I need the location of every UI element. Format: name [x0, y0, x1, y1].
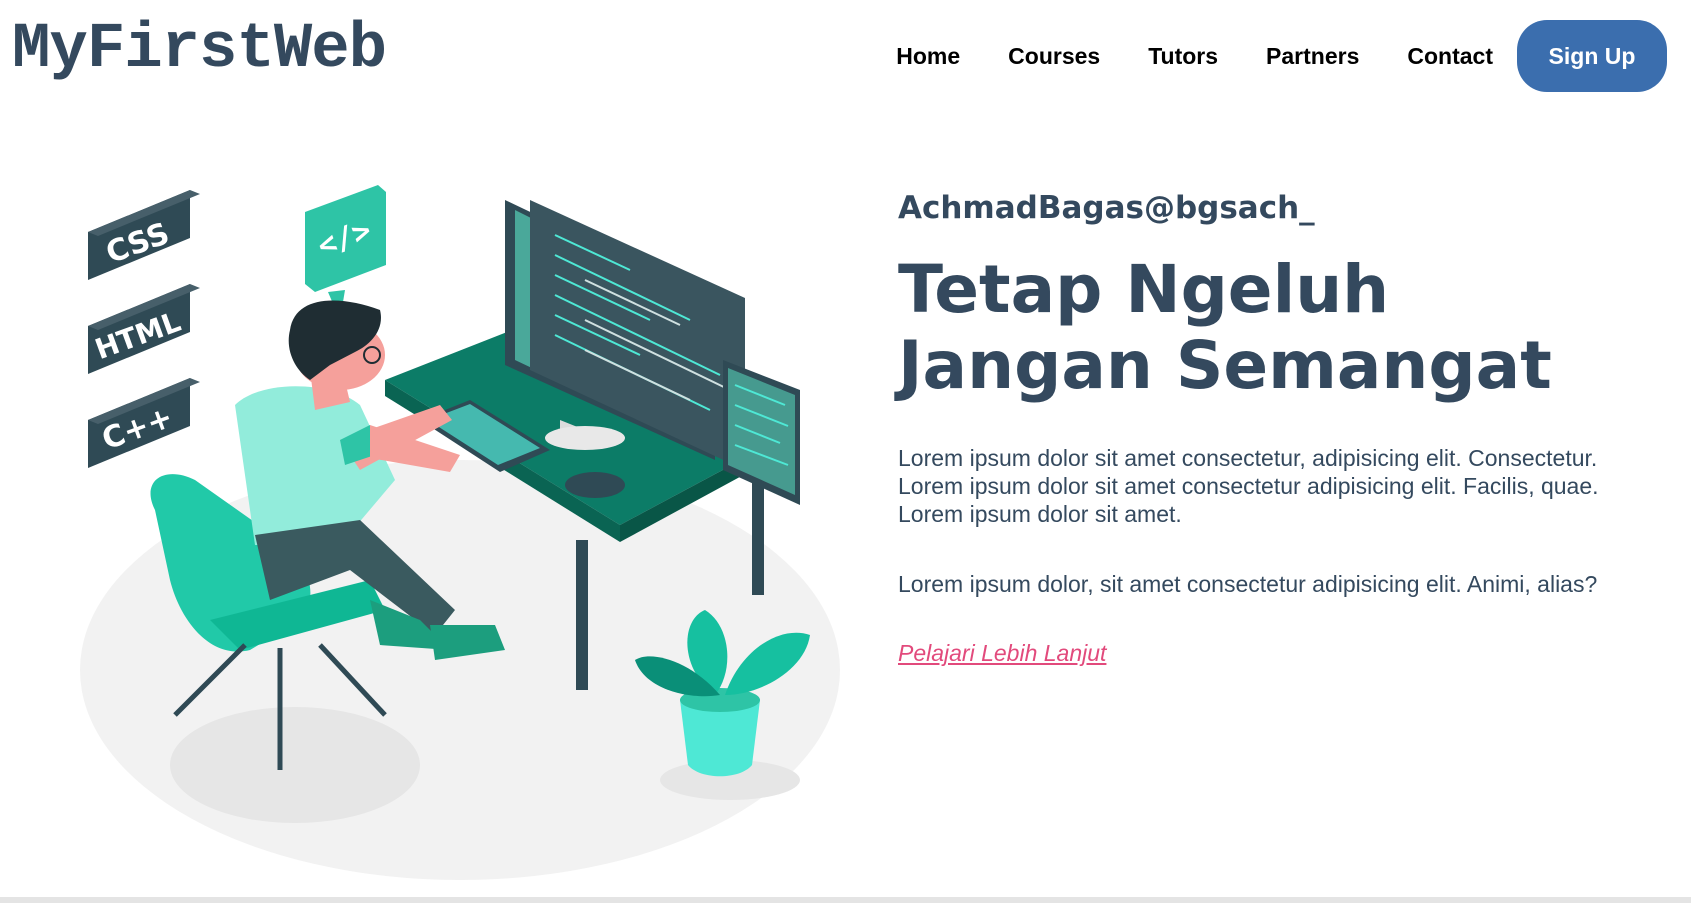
chair-shadow: [170, 707, 420, 823]
main-nav: Home Courses Tutors Partners Contact Sig…: [872, 20, 1667, 92]
hero-illustration: CSS HTML C++ </>: [80, 185, 840, 880]
hero-headline: Tetap Ngeluh Jangan Semangat: [898, 251, 1552, 404]
side-screen: [723, 360, 800, 505]
html-block-icon: HTML: [88, 284, 200, 374]
css-block-icon: CSS: [88, 190, 200, 280]
nav-home[interactable]: Home: [896, 43, 960, 70]
nav-contact[interactable]: Contact: [1407, 43, 1493, 70]
learn-more-link[interactable]: Pelajari Lebih Lanjut: [898, 640, 1106, 666]
cpp-block-icon: C++: [88, 378, 200, 468]
hero-content: AchmadBagas@bgsach_ Tetap Ngeluh Jangan …: [898, 190, 1638, 667]
mouse: [565, 472, 625, 498]
nav-tutors[interactable]: Tutors: [1148, 43, 1218, 70]
author-handle: AchmadBagas@bgsach_: [898, 190, 1315, 226]
nav-partners[interactable]: Partners: [1266, 43, 1359, 70]
site-logo[interactable]: MyFirstWeb: [12, 18, 387, 82]
page-bottom-border: [0, 897, 1691, 903]
hero-paragraph-1: Lorem ipsum dolor sit amet consectetur, …: [898, 445, 1599, 527]
nav-courses[interactable]: Courses: [1008, 43, 1100, 70]
code-bubble-icon: </>: [305, 185, 386, 320]
signup-button[interactable]: Sign Up: [1517, 20, 1667, 92]
hero-paragraph-2: Lorem ipsum dolor, sit amet consectetur …: [898, 571, 1598, 597]
